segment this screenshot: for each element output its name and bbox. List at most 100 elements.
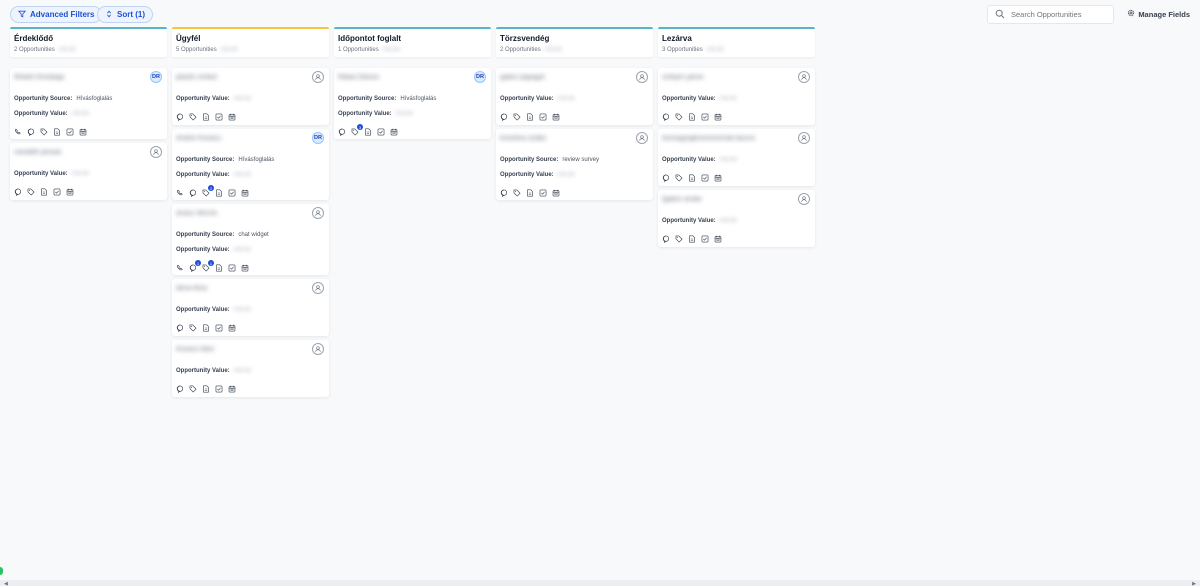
calendar-icon[interactable] [714,235,722,243]
task-icon[interactable] [228,264,236,272]
phone-icon[interactable] [176,264,184,272]
chat-icon[interactable] [176,385,184,393]
document-icon[interactable] [53,128,61,136]
contact-name[interactable]: fgabor andar [662,196,702,203]
calendar-icon[interactable] [714,113,722,121]
task-icon[interactable] [377,128,385,136]
user-icon[interactable] [312,71,324,83]
user-icon[interactable] [150,146,162,158]
tag-icon[interactable] [675,235,683,243]
manage-fields-button[interactable]: Manage Fields [1127,9,1190,19]
document-icon[interactable] [215,189,223,197]
calendar-icon[interactable] [241,189,249,197]
contact-name[interactable]: Kovacs tibor [176,346,215,353]
avatar[interactable]: DR [474,71,486,83]
task-icon[interactable] [701,174,709,182]
document-icon[interactable] [215,264,223,272]
opportunity-card[interactable]: Andrei Kovács DR Opportunity Source: Hívá… [172,129,329,200]
chat-icon[interactable] [27,128,35,136]
task-icon[interactable] [215,324,223,332]
tag-icon[interactable]: 1 [202,260,214,272]
opportunity-card[interactable]: fgabor andar Opportunity Value: Ft0.00 [658,190,815,247]
search-box[interactable] [987,5,1114,24]
search-input[interactable] [1011,10,1111,19]
tag-icon[interactable] [675,113,683,121]
opportunity-card[interactable]: dena flora Opportunity Value: Ft0.00 [172,279,329,336]
document-icon[interactable] [364,128,372,136]
opportunity-card[interactable]: sretyen janos Opportunity Value: Ft0.00 [658,68,815,125]
opportunity-card[interactable]: Rebeli Orosbaja DR Opportunity Source: Hí… [10,68,167,139]
advanced-filters-button[interactable]: Advanced Filters [10,6,103,23]
chat-icon[interactable] [14,188,22,196]
user-icon[interactable] [798,193,810,205]
tag-icon[interactable] [513,113,521,121]
chat-icon[interactable] [176,113,184,121]
calendar-icon[interactable] [552,189,560,197]
calendar-icon[interactable] [390,128,398,136]
task-icon[interactable] [539,189,547,197]
chat-icon[interactable] [662,174,670,182]
opportunity-card[interactable]: plastic embol Opportunity Value: Ft0.00 [172,68,329,125]
sort-button[interactable]: Sort (1) [97,6,153,23]
user-icon[interactable] [636,132,648,144]
tag-icon[interactable] [675,174,683,182]
chat-icon[interactable]: 1 [189,260,201,272]
contact-name[interactable]: anasz dennis [176,210,217,217]
phone-icon[interactable] [14,128,22,136]
user-icon[interactable] [312,343,324,355]
user-icon[interactable] [798,71,810,83]
opportunity-card[interactable]: Rákai Dávisn DR Opportunity Source: Hívás… [334,68,491,139]
chat-icon[interactable] [500,189,508,197]
tag-icon[interactable]: 3 [351,124,363,136]
opportunity-card[interactable]: Kovacs tibor Opportunity Value: Ft0.00 [172,340,329,397]
document-icon[interactable] [202,324,210,332]
contact-name[interactable]: Rebeli Orosbaja [14,74,64,81]
opportunity-card[interactable]: nanabth pesias Opportunity Value: Ft0.00 [10,143,167,200]
task-icon[interactable] [215,385,223,393]
task-icon[interactable] [215,113,223,121]
document-icon[interactable] [526,189,534,197]
document-icon[interactable] [526,113,534,121]
tag-icon[interactable] [40,128,48,136]
tag-icon[interactable] [189,113,197,121]
contact-name[interactable]: nanabth pesias [14,149,61,156]
calendar-icon[interactable] [79,128,87,136]
task-icon[interactable] [228,189,236,197]
user-icon[interactable] [636,71,648,83]
tag-icon[interactable]: 2 [202,185,214,197]
chat-icon[interactable] [662,113,670,121]
opportunity-card[interactable]: konsagoigkovesmonda faurus Opportunity V… [658,129,815,186]
calendar-icon[interactable] [66,188,74,196]
task-icon[interactable] [539,113,547,121]
task-icon[interactable] [66,128,74,136]
calendar-icon[interactable] [714,174,722,182]
task-icon[interactable] [701,235,709,243]
user-icon[interactable] [312,282,324,294]
task-icon[interactable] [53,188,61,196]
task-icon[interactable] [701,113,709,121]
calendar-icon[interactable] [228,324,236,332]
avatar[interactable]: DR [150,71,162,83]
opportunity-card[interactable]: krisztina szabo Opportunity Source: revie… [496,129,653,200]
chat-icon[interactable] [176,324,184,332]
calendar-icon[interactable] [241,264,249,272]
contact-name[interactable]: gabor papagei [500,74,545,81]
contact-name[interactable]: konsagoigkovesmonda faurus [662,135,755,142]
contact-name[interactable]: Rákai Dávisn [338,74,379,81]
document-icon[interactable] [688,113,696,121]
contact-name[interactable]: plastic embol [176,74,217,81]
opportunity-card[interactable]: anasz dennis Opportunity Source: chat wid… [172,204,329,275]
chat-icon[interactable] [662,235,670,243]
contact-name[interactable]: dena flora [176,285,207,292]
phone-icon[interactable] [176,189,184,197]
tag-icon[interactable] [27,188,35,196]
scroll-right-icon[interactable]: ▶ [1192,581,1196,586]
calendar-icon[interactable] [228,385,236,393]
scroll-left-icon[interactable]: ◀ [4,581,8,586]
tag-icon[interactable] [189,385,197,393]
tag-icon[interactable] [513,189,521,197]
user-icon[interactable] [312,207,324,219]
chat-icon[interactable] [338,128,346,136]
user-icon[interactable] [798,132,810,144]
opportunity-card[interactable]: gabor papagei Opportunity Value: Ft0.00 [496,68,653,125]
